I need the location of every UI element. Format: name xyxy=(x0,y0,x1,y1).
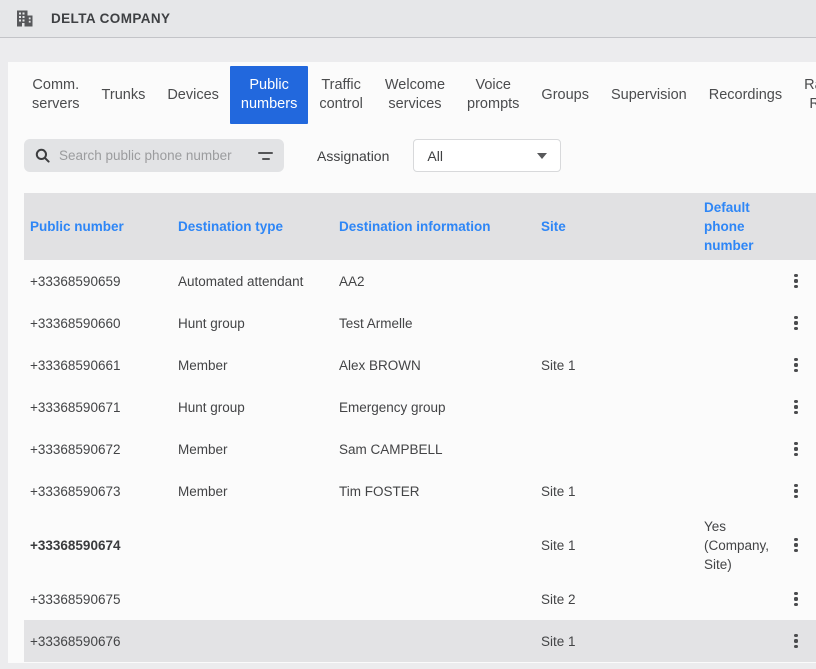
cell-site: Site 1 xyxy=(535,538,698,553)
table-row-highlighted[interactable]: +33368590676 Site 1 xyxy=(24,620,816,662)
kebab-menu-icon[interactable] xyxy=(790,588,801,611)
tab-trunks[interactable]: Trunks xyxy=(91,66,157,124)
tab-devices[interactable]: Devices xyxy=(156,66,230,124)
cell-default-phone-number: Yes (Company, Site) xyxy=(698,517,776,574)
cell-site: Site 1 xyxy=(535,634,698,649)
kebab-menu-icon[interactable] xyxy=(790,354,801,377)
kebab-menu-icon[interactable] xyxy=(790,396,801,419)
column-header-destination-type[interactable]: Destination type xyxy=(172,217,333,236)
table-row[interactable]: +33368590659 Automated attendant AA2 xyxy=(24,260,816,302)
column-header-default-phone-number[interactable]: Default phone number xyxy=(698,198,776,255)
cell-destination-information: Test Armelle xyxy=(333,316,535,331)
cell-site: Site 2 xyxy=(535,592,698,607)
cell-public-number: +33368590674 xyxy=(24,538,172,553)
tab-welcome-services[interactable]: Welcome services xyxy=(374,66,456,124)
table-header-row: Public number Destination type Destinati… xyxy=(24,193,816,260)
cell-destination-information: Alex BROWN xyxy=(333,358,535,373)
tab-bar: Comm. servers Trunks Devices Public numb… xyxy=(8,62,816,124)
column-header-destination-information[interactable]: Destination information xyxy=(333,217,535,236)
cell-public-number: +33368590675 xyxy=(24,592,172,607)
table-row[interactable]: +33368590673 Member Tim FOSTER Site 1 xyxy=(24,470,816,512)
tab-comm-servers[interactable]: Comm. servers xyxy=(21,66,91,124)
column-header-public-number[interactable]: Public number xyxy=(24,217,172,236)
assignation-select[interactable]: All xyxy=(413,139,561,172)
cell-destination-type: Member xyxy=(172,358,333,373)
table-row[interactable]: +33368590674 Site 1 Yes (Company, Site) xyxy=(24,512,816,578)
tab-voice-prompts[interactable]: Voice prompts xyxy=(456,66,530,124)
table-row[interactable]: +33368590672 Member Sam CAMPBELL xyxy=(24,428,816,470)
cell-public-number: +33368590661 xyxy=(24,358,172,373)
company-name: DELTA COMPANY xyxy=(51,11,170,26)
cell-public-number: +33368590671 xyxy=(24,400,172,415)
table-row[interactable]: +33368590675 Site 2 xyxy=(24,578,816,620)
cell-destination-information: Tim FOSTER xyxy=(333,484,535,499)
kebab-menu-icon[interactable] xyxy=(790,480,801,503)
kebab-menu-icon[interactable] xyxy=(790,438,801,461)
cell-public-number: +33368590673 xyxy=(24,484,172,499)
tab-traffic-control[interactable]: Traffic control xyxy=(308,66,374,124)
assignation-selected-value: All xyxy=(427,148,443,164)
table-row[interactable]: +33368590661 Member Alex BROWN Site 1 xyxy=(24,344,816,386)
table-row[interactable]: +33368590671 Hunt group Emergency group xyxy=(24,386,816,428)
table-body: +33368590659 Automated attendant AA2 +33… xyxy=(24,260,816,662)
search-input[interactable] xyxy=(59,148,249,163)
cell-destination-type: Automated attendant xyxy=(172,274,333,289)
filter-icon[interactable] xyxy=(258,152,273,160)
cell-public-number: +33368590660 xyxy=(24,316,172,331)
tab-supervision[interactable]: Supervision xyxy=(600,66,698,124)
tab-recordings[interactable]: Recordings xyxy=(698,66,793,124)
public-numbers-table: Public number Destination type Destinati… xyxy=(24,193,816,662)
search-icon xyxy=(35,148,50,163)
building-icon xyxy=(13,7,36,30)
main-panel: Comm. servers Trunks Devices Public numb… xyxy=(8,62,816,663)
kebab-menu-icon[interactable] xyxy=(790,270,801,293)
tab-public-numbers[interactable]: Public numbers xyxy=(230,66,308,124)
tab-groups[interactable]: Groups xyxy=(530,66,600,124)
cell-public-number: +33368590659 xyxy=(24,274,172,289)
column-header-site[interactable]: Site xyxy=(535,217,698,236)
cell-destination-type: Member xyxy=(172,484,333,499)
search-box[interactable] xyxy=(24,139,284,172)
assignation-label: Assignation xyxy=(317,148,389,164)
chevron-down-icon xyxy=(537,153,547,159)
cell-destination-type: Hunt group xyxy=(172,316,333,331)
cell-public-number: +33368590676 xyxy=(24,634,172,649)
table-row[interactable]: +33368590660 Hunt group Test Armelle xyxy=(24,302,816,344)
filter-row: Assignation All xyxy=(8,139,816,172)
cell-destination-information: Sam CAMPBELL xyxy=(333,442,535,457)
cell-destination-information: AA2 xyxy=(333,274,535,289)
kebab-menu-icon[interactable] xyxy=(790,312,801,335)
tab-rainbow-rooms[interactable]: Rainbow Rooms xyxy=(793,66,816,124)
cell-destination-type: Member xyxy=(172,442,333,457)
topbar: DELTA COMPANY xyxy=(0,0,816,38)
cell-site: Site 1 xyxy=(535,484,698,499)
kebab-menu-icon[interactable] xyxy=(790,534,801,557)
cell-destination-type: Hunt group xyxy=(172,400,333,415)
kebab-menu-icon[interactable] xyxy=(790,630,801,653)
cell-site: Site 1 xyxy=(535,358,698,373)
cell-public-number: +33368590672 xyxy=(24,442,172,457)
cell-destination-information: Emergency group xyxy=(333,400,535,415)
